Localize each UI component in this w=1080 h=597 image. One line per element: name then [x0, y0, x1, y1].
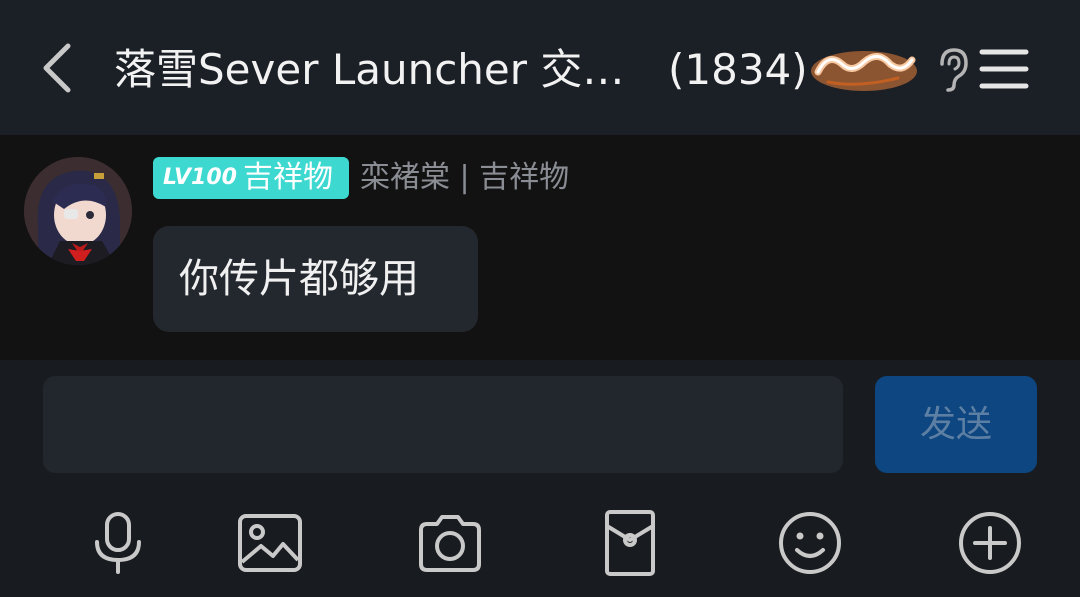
- microphone-icon: [95, 512, 141, 574]
- sender-nickname[interactable]: 栾褚棠 | 吉祥物: [360, 157, 569, 199]
- message-list: LV100 吉祥物 栾褚棠 | 吉祥物 你传片都够用: [0, 135, 1080, 360]
- image-button[interactable]: [235, 508, 305, 578]
- send-button[interactable]: 发送: [875, 376, 1037, 473]
- camera-button[interactable]: [415, 508, 485, 578]
- red-packet-icon: [605, 510, 655, 576]
- composer: 发送: [0, 360, 1080, 597]
- message-text: 你传片都够用: [179, 256, 419, 302]
- member-title: 吉祥物: [243, 160, 333, 195]
- group-title[interactable]: 落雪Sever Launcher 交…: [114, 40, 624, 100]
- send-label: 发送: [919, 404, 992, 445]
- more-button[interactable]: [955, 508, 1025, 578]
- emoji-button[interactable]: [775, 508, 845, 578]
- chevron-left-icon: [43, 43, 71, 93]
- que-sera-badge-icon[interactable]: [808, 44, 920, 94]
- camera-icon: [419, 515, 481, 572]
- red-packet-button[interactable]: [595, 508, 665, 578]
- member-count: (1834): [668, 45, 808, 94]
- image-icon: [238, 514, 302, 572]
- level-label: LV100: [163, 165, 237, 190]
- message-input[interactable]: [43, 376, 843, 473]
- chat-header: 落雪Sever Launcher 交… (1834): [0, 0, 1080, 135]
- emoji-icon: [779, 512, 841, 574]
- ear-icon[interactable]: [934, 46, 970, 92]
- microphone-button[interactable]: [83, 508, 153, 578]
- back-button[interactable]: [32, 38, 84, 98]
- member-level-badge: LV100 吉祥物: [153, 157, 349, 199]
- plus-circle-icon: [959, 512, 1021, 574]
- hamburger-menu-icon[interactable]: [978, 44, 1030, 94]
- message-bubble[interactable]: 你传片都够用: [153, 226, 478, 332]
- avatar[interactable]: [24, 157, 132, 265]
